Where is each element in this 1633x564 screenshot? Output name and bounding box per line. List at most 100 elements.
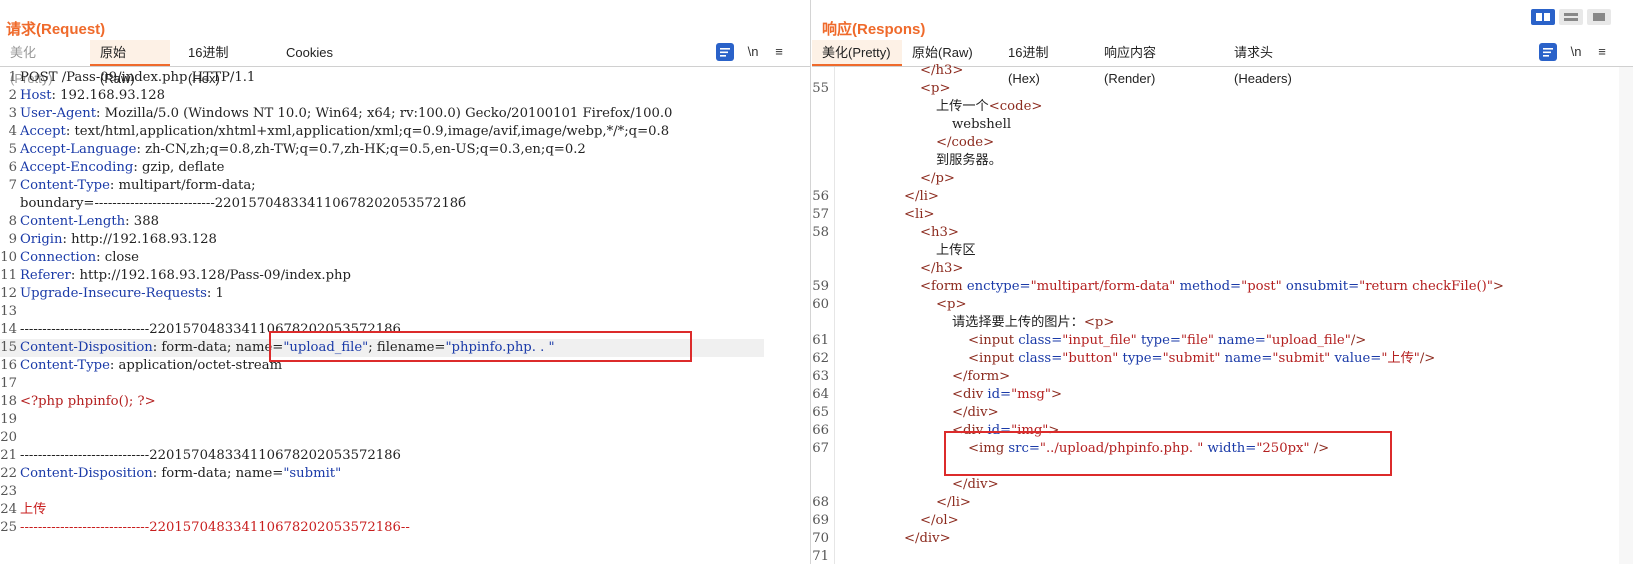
- code-line: Origin: http://192.168.93.128: [20, 231, 217, 249]
- code-token: : http://192.168.93.128/Pass-09/index.ph…: [70, 268, 351, 283]
- code-token: />: [1350, 333, 1367, 348]
- code-token: "phpinfo.php. . ": [445, 340, 555, 355]
- line-number: 10: [0, 250, 17, 265]
- code-line: Content-Type: application/octet-stream: [20, 357, 282, 375]
- tab-request-raw[interactable]: 原始(Raw): [90, 40, 170, 86]
- code-line: Accept-Language: zh-CN,zh;q=0.8,zh-TW;q=…: [20, 141, 586, 159]
- code-token: type=: [1122, 351, 1163, 366]
- line-number: 25: [0, 520, 17, 535]
- line-number: 56: [812, 189, 829, 204]
- tab-response-headers[interactable]: 请求头(Headers): [1224, 40, 1334, 86]
- code-line: -----------------------------22015704833…: [20, 447, 401, 465]
- code-token: : gzip, deflate: [133, 160, 225, 175]
- tab-response-render[interactable]: 响应内容(Render): [1094, 40, 1216, 86]
- code-line: </div>: [952, 404, 999, 422]
- response-scrollbar[interactable]: [1619, 67, 1633, 564]
- code-line: User-Agent: Mozilla/5.0 (Windows NT 10.0…: [20, 105, 672, 123]
- wrap-lines-icon[interactable]: [716, 43, 734, 61]
- code-token: ; filename=: [368, 340, 446, 355]
- code-line: webshell: [952, 116, 1011, 134]
- code-line: -----------------------------22015704833…: [20, 321, 401, 339]
- line-number: 18: [0, 394, 17, 409]
- layout-split-icon[interactable]: [1531, 9, 1555, 25]
- request-tabs: 美化(Pretty) 原始(Raw) 16进制(Hex) Cookies: [0, 40, 810, 86]
- line-number: 55: [812, 81, 829, 96]
- code-token: 上传: [20, 502, 47, 517]
- code-token: -----------------------------22015704833…: [20, 520, 410, 535]
- code-line: </li>: [936, 494, 971, 512]
- tab-request-cookies[interactable]: Cookies: [276, 40, 348, 66]
- code-token: Origin: [20, 232, 63, 247]
- menu-icon[interactable]: ≡: [1593, 43, 1611, 61]
- line-number: [812, 458, 829, 476]
- code-token: </ol>: [920, 513, 959, 528]
- line-number: 7: [8, 178, 17, 193]
- code-token: boundary=---------------------------2201…: [20, 196, 467, 211]
- layout-horizontal-icon[interactable]: [1559, 9, 1583, 25]
- code-token: </form>: [952, 369, 1011, 384]
- code-line: 上传: [20, 501, 46, 519]
- newline-toggle-icon[interactable]: \n: [1567, 43, 1585, 61]
- code-token: >: [1492, 279, 1504, 294]
- code-token: >: [1050, 387, 1062, 402]
- line-number: 69: [812, 513, 829, 528]
- line-number: [812, 116, 829, 134]
- code-line: 到服务器。: [936, 152, 1002, 170]
- line-number: 71: [812, 549, 829, 564]
- code-token: </div>: [952, 405, 999, 420]
- code-token: : zh-CN,zh;q=0.8,zh-TW;q=0.7,zh-HK;q=0.5…: [136, 142, 586, 157]
- newline-toggle-icon[interactable]: \n: [744, 43, 762, 61]
- code-token: id=: [987, 423, 1012, 438]
- code-token: </div>: [952, 477, 999, 492]
- layout-single-icon[interactable]: [1587, 9, 1611, 25]
- line-number: 12: [0, 286, 17, 301]
- request-editor[interactable]: 1 POST /Pass-09/index.php HTTP/1.1 2 Host: …: [0, 67, 810, 564]
- tab-response-hex[interactable]: 16进制(Hex): [998, 40, 1090, 86]
- menu-icon[interactable]: ≡: [770, 43, 788, 61]
- code-token: Accept: [20, 124, 66, 139]
- line-number: 59: [812, 279, 829, 294]
- code-token: POST /Pass-09/index.php HTTP/1.1: [20, 70, 256, 85]
- code-token: Content-Disposition: [20, 340, 153, 355]
- code-token: User-Agent: [20, 106, 97, 121]
- code-token: <h3>: [920, 225, 959, 240]
- line-number: 60: [812, 297, 829, 312]
- code-token: : form-data; name=: [152, 466, 284, 481]
- code-token: Host: [20, 88, 52, 103]
- code-token: "file": [1180, 333, 1219, 348]
- code-line: <p>: [920, 80, 951, 98]
- code-token: "../upload/phpinfo.php. ": [1039, 441, 1208, 456]
- code-line: <h3>: [920, 224, 959, 242]
- line-number: 67: [812, 441, 829, 456]
- code-token: <input: [968, 351, 1019, 366]
- code-token: Upgrade-Insecure-Requests: [20, 286, 207, 301]
- line-number: 6: [8, 160, 17, 175]
- code-line: Host: 192.168.93.128: [20, 87, 165, 105]
- code-line: Content-Length: 388: [20, 213, 159, 231]
- code-token: -----------------------------22015704833…: [20, 448, 401, 463]
- line-number: 66: [812, 423, 829, 438]
- code-token: Content-Type: [20, 178, 110, 193]
- code-token: 上传一个: [936, 99, 989, 114]
- code-token: "return checkFile()": [1359, 279, 1493, 294]
- code-line: Referer: http://192.168.93.128/Pass-09/i…: [20, 267, 351, 285]
- line-number: 19: [0, 412, 17, 427]
- response-editor[interactable]: </h3> 55 <p> 上传一个<code> webshell </code> 到服务器。…: [812, 63, 1633, 564]
- tab-request-hex[interactable]: 16进制(Hex): [178, 40, 270, 86]
- code-token: Content-Type: [20, 358, 110, 373]
- code-token: </p>: [920, 171, 955, 186]
- code-token: : http://192.168.93.128: [62, 232, 217, 247]
- code-line: -----------------------------22015704833…: [20, 519, 410, 537]
- tab-request-pretty[interactable]: 美化(Pretty): [0, 40, 86, 86]
- wrap-lines-icon[interactable]: [1539, 43, 1557, 61]
- code-line: <input class="input_file" type="file" na…: [968, 332, 1366, 350]
- line-number: 22: [0, 466, 17, 481]
- code-token: />: [1419, 351, 1436, 366]
- response-pane: 响应(Respons) 美化(Pretty) 原始(Raw) 16进制(Hex)…: [812, 0, 1633, 564]
- code-token: : application/octet-stream: [109, 358, 283, 373]
- line-number: 58: [812, 225, 829, 240]
- code-token: value=: [1334, 351, 1382, 366]
- code-token: 到服务器。: [936, 153, 1002, 168]
- line-number: 61: [812, 333, 829, 348]
- code-token: <p>: [936, 297, 967, 312]
